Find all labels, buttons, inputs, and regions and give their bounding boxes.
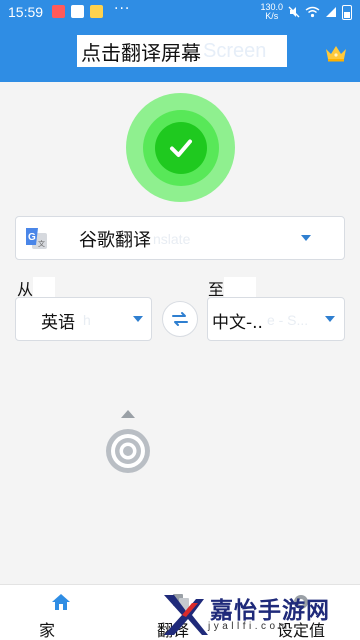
start-button-mid-ring — [142, 109, 219, 186]
net-speed: 130.0 K/s — [260, 3, 283, 21]
engine-select[interactable]: G 文 谷歌翻译 nslate — [15, 216, 345, 260]
nav-label-home: 家 — [39, 621, 56, 640]
app-header: 点击翻译屏幕 Screen — [0, 26, 360, 82]
source-dropdown-icon — [133, 316, 143, 322]
svg-text:文: 文 — [38, 239, 45, 248]
to-label-ghost — [224, 277, 256, 297]
engine-label: 谷歌翻译 — [79, 230, 151, 251]
engine-dropdown-icon — [301, 235, 311, 241]
target-language-label: 中文-.. — [212, 312, 263, 333]
target-language-select[interactable]: 中文-.. e - S... — [207, 297, 345, 341]
wifi-icon — [305, 6, 320, 18]
status-right: 130.0 K/s — [260, 3, 352, 21]
engine-ghost: nslate — [153, 231, 191, 247]
mute-icon — [288, 6, 300, 18]
net-speed-unit: K/s — [265, 11, 279, 21]
status-icons-left — [52, 5, 103, 18]
crown-icon[interactable] — [325, 44, 347, 62]
start-translate-button[interactable] — [126, 93, 235, 202]
swap-languages-button[interactable] — [162, 301, 198, 337]
more-dots: ··· — [114, 1, 131, 17]
svg-text:G: G — [28, 232, 36, 243]
source-language-select[interactable]: 英语 h — [15, 297, 152, 341]
watermark-subtitle: jyallfi.com — [208, 621, 291, 632]
source-language-field: 英语 h — [41, 305, 123, 335]
notification-icon — [52, 5, 65, 18]
source-language-ghost: h — [83, 312, 91, 328]
target-language-field: 中文-.. e - S... — [212, 305, 318, 335]
swap-icon — [172, 312, 188, 326]
page-title: 点击翻译屏幕 — [81, 40, 201, 65]
watermark: 嘉怡手游网 jyallfi.com — [158, 589, 360, 640]
image-icon — [71, 5, 84, 18]
start-button-inner — [154, 121, 207, 174]
signal-icon — [326, 7, 336, 17]
engine-field: 谷歌翻译 nslate — [76, 224, 220, 254]
nav-item-home[interactable]: 家 — [15, 585, 105, 640]
battery-icon — [342, 4, 352, 20]
from-label-ghost — [33, 277, 55, 297]
page-title-ghost: Screen — [203, 39, 267, 62]
status-bar: 15:59 ··· 130.0 K/s — [0, 0, 360, 26]
title-box: 点击翻译屏幕 Screen — [77, 35, 287, 67]
target-dropdown-icon — [325, 316, 335, 322]
float-ball-expand-icon[interactable] — [121, 410, 135, 418]
home-icon — [52, 594, 70, 610]
status-time: 15:59 — [8, 4, 44, 20]
watermark-logo-icon — [164, 595, 208, 635]
watermark-title: 嘉怡手游网 — [210, 597, 330, 624]
google-translate-icon: G 文 — [26, 228, 47, 249]
source-language-label: 英语 — [41, 312, 75, 333]
app-icon — [90, 5, 103, 18]
target-language-ghost: e - S... — [266, 312, 309, 328]
checkmark-icon — [169, 139, 192, 157]
floating-ball-icon[interactable] — [105, 428, 151, 474]
